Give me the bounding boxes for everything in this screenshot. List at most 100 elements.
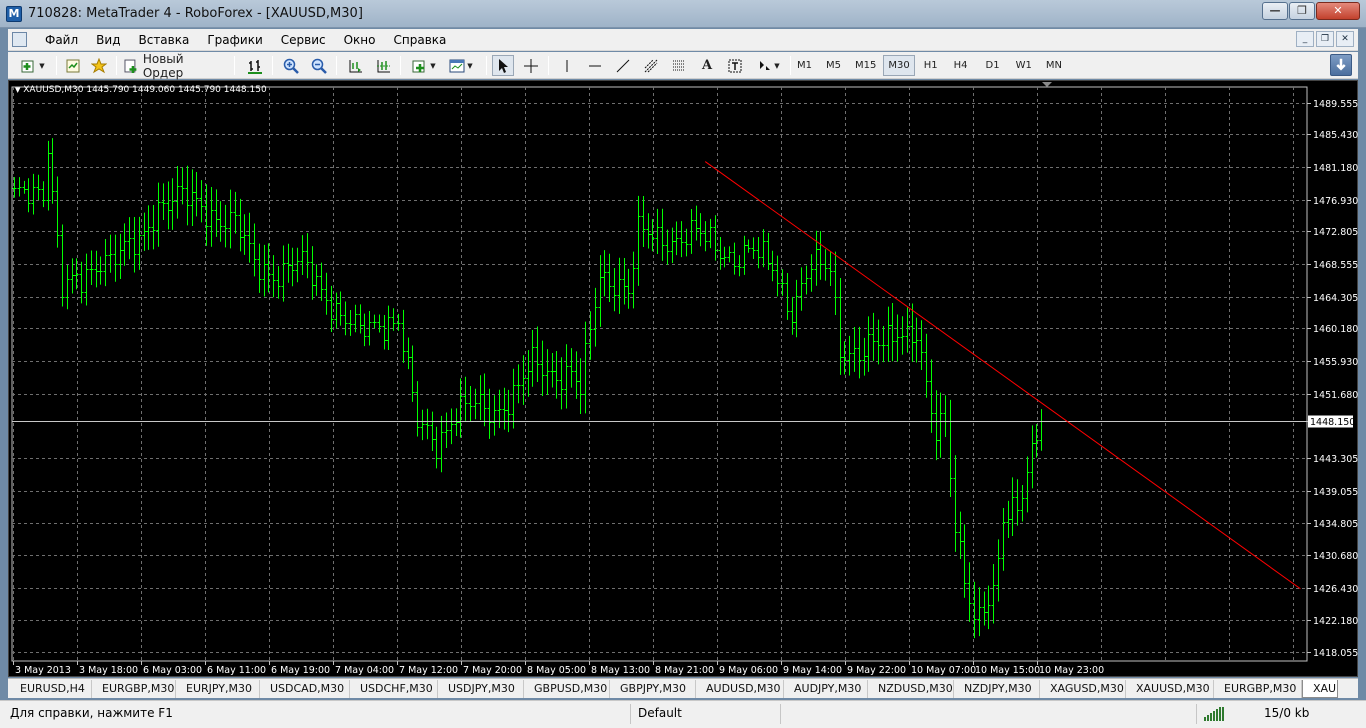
x-tick-label: 9 May 14:00 xyxy=(783,665,842,676)
document-icon[interactable] xyxy=(12,32,27,47)
text-tool[interactable]: A xyxy=(696,55,718,76)
x-tick-label: 8 May 05:00 xyxy=(527,665,586,676)
help-button[interactable] xyxy=(1330,54,1352,76)
status-divider xyxy=(1196,704,1197,724)
timeframe-m15[interactable]: M15 xyxy=(850,55,881,76)
chart-window-icon xyxy=(449,59,465,72)
chart-tab[interactable]: EURUSD,H4 xyxy=(10,680,92,698)
bar-chart-button[interactable] xyxy=(244,55,266,76)
horizontal-line-tool[interactable] xyxy=(584,55,606,76)
timeframe-m5[interactable]: M5 xyxy=(821,55,846,76)
auto-scroll-button[interactable] xyxy=(344,55,366,76)
timeframe-m30[interactable]: M30 xyxy=(883,55,915,76)
mdi-close-button[interactable]: ✕ xyxy=(1336,31,1354,47)
chart-tab[interactable]: GBPUSD,M30 xyxy=(524,680,610,698)
mdi-controls: _ ❐ ✕ xyxy=(1296,31,1354,47)
zoom-out-button[interactable] xyxy=(308,55,330,76)
crosshair-tool[interactable] xyxy=(520,55,542,76)
vertical-line-tool[interactable] xyxy=(556,55,578,76)
mdi-minimize-button[interactable]: _ xyxy=(1296,31,1314,47)
new-chart-icon xyxy=(21,60,34,72)
restore-button[interactable]: ❐ xyxy=(1289,2,1315,20)
favorites-button[interactable] xyxy=(88,55,110,76)
chart-tabs: EURUSD,H4 EURGBP,M30 EURJPY,M30 USDCAD,M30 U… xyxy=(8,678,1358,698)
current-price-label: 1448.150 xyxy=(1310,417,1355,428)
y-tick-label: 1485.430 xyxy=(1313,130,1358,141)
y-tick-label: 1426.430 xyxy=(1313,584,1358,595)
menu-file[interactable]: Файл xyxy=(36,32,87,48)
plot-frame xyxy=(11,86,1308,662)
cursor-icon xyxy=(499,58,508,73)
help-icon xyxy=(1336,58,1346,71)
status-profile: Default xyxy=(638,706,682,720)
chart-tab[interactable]: EURGBP,M30 xyxy=(1214,680,1302,698)
menu-tools[interactable]: Сервис xyxy=(272,32,335,48)
timeframe-m1[interactable]: M1 xyxy=(792,55,817,76)
equidistant-channel-tool[interactable] xyxy=(640,55,662,76)
horizontal-line-icon xyxy=(589,65,601,66)
chart-tab[interactable]: USDCAD,M30 xyxy=(260,680,350,698)
chart-tab[interactable]: USDCHF,M30 xyxy=(350,680,438,698)
menu-help[interactable]: Справка xyxy=(385,32,456,48)
chart-tab[interactable]: GBPJPY,M30 xyxy=(610,680,696,698)
chart-tab[interactable]: XAUUSD,M30 xyxy=(1126,680,1214,698)
x-tick-label: 7 May 12:00 xyxy=(399,665,458,676)
y-tick-label: 1481.180 xyxy=(1313,163,1358,174)
y-tick-label: 1430.680 xyxy=(1313,551,1358,562)
chart-tab[interactable]: AUDUSD,M30 xyxy=(696,680,784,698)
menu-view[interactable]: Вид xyxy=(87,32,129,48)
channel-icon xyxy=(644,59,658,72)
chart-menu-icon[interactable]: ▼ xyxy=(15,86,20,94)
cursor-tool[interactable] xyxy=(492,55,514,76)
x-tick-label: 6 May 11:00 xyxy=(207,665,266,676)
mdi-restore-button[interactable]: ❐ xyxy=(1316,31,1334,47)
new-order-icon xyxy=(124,59,137,73)
fibonacci-tool[interactable] xyxy=(668,55,690,76)
indicators-button[interactable]: ▼ xyxy=(408,55,440,76)
close-button[interactable]: ✕ xyxy=(1316,2,1360,20)
window-controls: — ❐ ✕ xyxy=(1262,2,1360,22)
chart-shift-button[interactable] xyxy=(372,55,394,76)
timeframe-d1[interactable]: D1 xyxy=(981,55,1005,76)
crosshair-icon xyxy=(524,58,538,73)
trendline-tool[interactable] xyxy=(612,55,634,76)
market-watch-button[interactable] xyxy=(62,55,84,76)
y-tick-label: 1422.180 xyxy=(1313,616,1358,627)
new-chart-button[interactable]: ▼ xyxy=(16,55,50,76)
chart-tab[interactable]: EURGBP,M30 xyxy=(92,680,176,698)
x-tick-label: 8 May 21:00 xyxy=(655,665,714,676)
chart-tab[interactable]: EURJPY,M30 xyxy=(176,680,260,698)
arrows-tool[interactable]: ▼ xyxy=(752,55,784,76)
timeframe-mn[interactable]: MN xyxy=(1041,55,1067,76)
menu-insert[interactable]: Вставка xyxy=(129,32,198,48)
timeframe-w1[interactable]: W1 xyxy=(1011,55,1037,76)
chart-tab[interactable]: USDJPY,M30 xyxy=(438,680,524,698)
y-tick-label: 1464.305 xyxy=(1313,293,1358,304)
new-order-label: Новый Ордер xyxy=(142,51,184,80)
minimize-button[interactable]: — xyxy=(1262,2,1288,20)
price-chart[interactable]: 1489.555 1485.430 1481.180 1476.930 1472.805… xyxy=(9,81,1359,678)
text-label-tool[interactable] xyxy=(724,55,746,76)
chart-tab[interactable]: NZDUSD,M30 xyxy=(868,680,954,698)
chart-window[interactable]: 1489.555 1485.430 1481.180 1476.930 1472.805… xyxy=(8,80,1358,677)
vertical-line-icon xyxy=(566,59,568,72)
chart-tab[interactable]: XAU xyxy=(1302,680,1338,698)
y-tick-label: 1472.805 xyxy=(1313,227,1358,238)
timeframe-buttons: M1 M5 M15 M30 H1 H4 D1 W1 MN xyxy=(792,55,1067,76)
app-icon: M xyxy=(6,6,22,22)
chart-tab[interactable]: XAGUSD,M30 xyxy=(1040,680,1126,698)
chart-tab[interactable]: NZDJPY,M30 xyxy=(954,680,1040,698)
new-order-button[interactable]: Новый Ордер xyxy=(122,52,228,80)
menu-window[interactable]: Окно xyxy=(335,32,385,48)
zoom-in-button[interactable] xyxy=(280,55,302,76)
timeframe-h4[interactable]: H4 xyxy=(949,55,973,76)
menu-charts[interactable]: Графики xyxy=(198,32,271,48)
chart-shift-marker xyxy=(1042,82,1052,87)
chart-header-text: XAUUSD,M30 1445.790 1449.060 1445.790 14… xyxy=(23,85,267,95)
fibonacci-icon xyxy=(673,60,685,70)
periods-button[interactable]: ▼ xyxy=(444,55,478,76)
chart-tab[interactable]: AUDJPY,M30 xyxy=(784,680,868,698)
bar-chart-icon xyxy=(248,59,262,74)
timeframe-h1[interactable]: H1 xyxy=(919,55,943,76)
y-tick-label: 1455.930 xyxy=(1313,357,1358,368)
